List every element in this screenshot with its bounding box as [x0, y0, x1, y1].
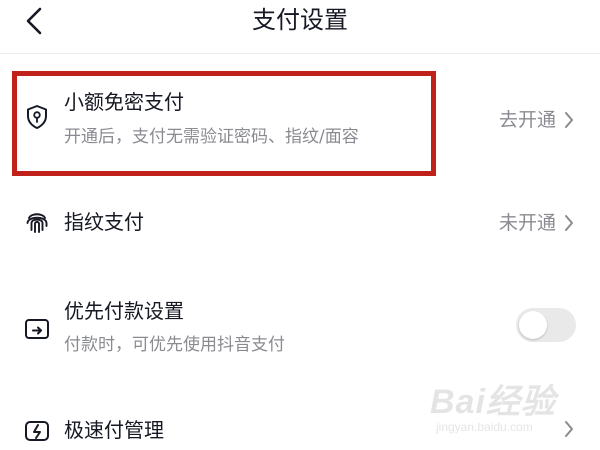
toggle-knob	[519, 311, 547, 339]
row-fingerprint-pay[interactable]: 指纹支付 未开通	[0, 195, 600, 251]
row-priority-payment: 优先付款设置 付款时，可优先使用抖音支付	[0, 290, 600, 360]
priority-payment-toggle[interactable]	[516, 308, 576, 342]
chevron-right-icon	[564, 214, 574, 232]
action-label: 去开通	[498, 109, 556, 131]
payment-settings-screen: 支付设置 小额免密支付 开通后，支付无需验证密码、指纹/面容 去开通 指纹支付 …	[0, 0, 600, 450]
fingerprint-icon	[24, 209, 50, 235]
chevron-right-icon	[564, 111, 574, 129]
top-nav-bar: 支付设置	[0, 0, 600, 50]
header-divider	[0, 53, 600, 54]
shield-lock-icon	[24, 104, 50, 130]
status-link[interactable]: 未开通	[499, 210, 574, 236]
page-title: 支付设置	[252, 6, 348, 34]
row-title: 小额免密支付	[64, 90, 184, 114]
row-small-amount-password-free[interactable]: 小额免密支付 开通后，支付无需验证密码、指纹/面容 去开通	[0, 78, 600, 162]
baidu-jingyan-watermark: Bai经验 jingyan.baidu.com	[430, 374, 580, 444]
row-title: 优先付款设置	[64, 299, 184, 323]
row-title: 指纹支付	[64, 210, 144, 234]
enable-link[interactable]: 去开通	[499, 107, 574, 133]
watermark-logo: Bai经验	[430, 383, 556, 421]
row-subtitle: 开通后，支付无需验证密码、指纹/面容	[64, 127, 359, 147]
row-subtitle: 付款时，可优先使用抖音支付	[64, 335, 285, 355]
action-label: 未开通	[498, 212, 556, 234]
watermark-url: jingyan.baidu.com	[436, 420, 533, 434]
card-priority-icon	[24, 316, 50, 342]
row-title: 极速付管理	[64, 418, 164, 442]
fast-pay-icon	[24, 418, 50, 444]
